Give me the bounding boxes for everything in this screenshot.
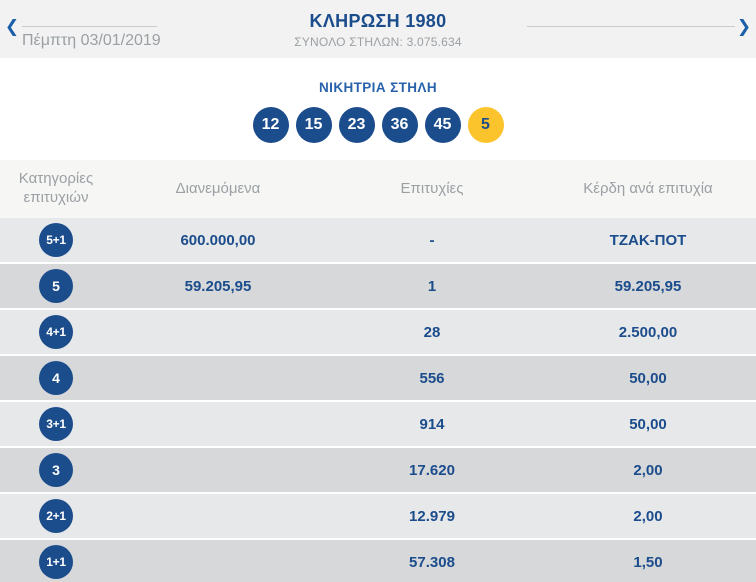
category-badge: 2+1: [39, 499, 73, 533]
winners-cell: 556: [419, 369, 445, 387]
category-badge: 3: [39, 453, 73, 487]
draw-header: ❮ Πέμπτη 03/01/2019 ΚΛΗΡΩΣΗ 1980 ΣΥΝΟΛΟ …: [0, 0, 756, 58]
category-cell: 3: [0, 453, 112, 487]
payout-cell: 1,50: [633, 553, 663, 571]
chevron-right-icon: ❯: [736, 17, 752, 37]
winning-column-heading: ΝΙΚΗΤΡΙΑ ΣΤΗΛΗ: [319, 80, 437, 95]
results-table: Κατηγορίες επιτυχιών Διανεμόμενα Επιτυχί…: [0, 160, 756, 582]
category-badge: 1+1: [39, 545, 73, 579]
table-row: 4+1 28 2.500,00: [0, 310, 756, 354]
winners-cell: 1: [427, 277, 437, 295]
winning-number-ball: 23: [338, 107, 375, 143]
prev-draw-button[interactable]: ❮: [1, 14, 23, 40]
payout-cell: 2.500,00: [618, 323, 678, 341]
category-badge: 4+1: [39, 315, 73, 349]
category-cell: 2+1: [0, 499, 112, 533]
next-draw-button[interactable]: ❯: [733, 14, 755, 40]
table-row: 1+1 57.308 1,50: [0, 540, 756, 582]
results-table-body: 5+1 600.000,00 - ΤΖΑΚ-ΠΟΤ 5 59.205,95 1 …: [0, 218, 756, 582]
chevron-left-icon: ❮: [4, 17, 20, 37]
category-cell: 5: [0, 269, 112, 303]
winning-number-ball: 45: [424, 107, 461, 143]
category-badge: 3+1: [39, 407, 73, 441]
payout-cell: 59.205,95: [614, 277, 682, 295]
winners-cell: -: [429, 231, 435, 249]
table-row: 2+1 12.979 2,00: [0, 494, 756, 538]
divider-line-right: [527, 26, 735, 27]
winning-number-ball: 36: [381, 107, 418, 143]
category-cell: 3+1: [0, 407, 112, 441]
joker-draw-results-page: ❮ Πέμπτη 03/01/2019 ΚΛΗΡΩΣΗ 1980 ΣΥΝΟΛΟ …: [0, 0, 756, 582]
category-badge: 4: [39, 361, 73, 395]
category-cell: 4+1: [0, 315, 112, 349]
winning-number-ball: 12: [252, 107, 289, 143]
draw-title: ΚΛΗΡΩΣΗ 1980: [309, 11, 447, 31]
column-header-winners: Επιτυχίες: [400, 179, 464, 197]
winning-number-ball: 15: [295, 107, 332, 143]
category-badge: 5+1: [39, 223, 73, 257]
divider-line-left: [22, 26, 157, 27]
category-cell: 4: [0, 361, 112, 395]
draw-date: Πέμπτη 03/01/2019: [22, 32, 161, 49]
payout-cell: ΤΖΑΚ-ΠΟΤ: [609, 231, 687, 249]
winners-cell: 28: [423, 323, 441, 341]
category-badge: 5: [39, 269, 73, 303]
results-table-header: Κατηγορίες επιτυχιών Διανεμόμενα Επιτυχί…: [0, 160, 756, 218]
column-header-distributed: Διανεμόμενα: [175, 179, 261, 197]
joker-number-ball: 5: [467, 107, 504, 143]
winners-cell: 12.979: [409, 507, 455, 525]
table-row: 3 17.620 2,00: [0, 448, 756, 492]
table-row: 5 59.205,95 1 59.205,95: [0, 264, 756, 308]
payout-cell: 2,00: [633, 461, 663, 479]
category-cell: 5+1: [0, 223, 112, 257]
table-row: 5+1 600.000,00 - ΤΖΑΚ-ΠΟΤ: [0, 218, 756, 262]
payout-cell: 50,00: [629, 415, 667, 433]
distributed-cell: 600.000,00: [180, 231, 256, 249]
winners-cell: 914: [419, 415, 445, 433]
table-row: 4 556 50,00: [0, 356, 756, 400]
winners-cell: 17.620: [409, 461, 455, 479]
column-header-payout: Κέρδη ανά επιτυχία: [583, 179, 713, 197]
winners-cell: 57.308: [409, 553, 455, 571]
table-row: 3+1 914 50,00: [0, 402, 756, 446]
distributed-cell: 59.205,95: [184, 277, 252, 295]
column-header-categories: Κατηγορίες επιτυχιών: [18, 170, 94, 206]
category-cell: 1+1: [0, 545, 112, 579]
winning-numbers: 12 15 23 36 45 5: [0, 107, 756, 143]
winning-column-section: ΝΙΚΗΤΡΙΑ ΣΤΗΛΗ 12 15 23 36 45 5: [0, 58, 756, 160]
payout-cell: 50,00: [629, 369, 667, 387]
payout-cell: 2,00: [633, 507, 663, 525]
